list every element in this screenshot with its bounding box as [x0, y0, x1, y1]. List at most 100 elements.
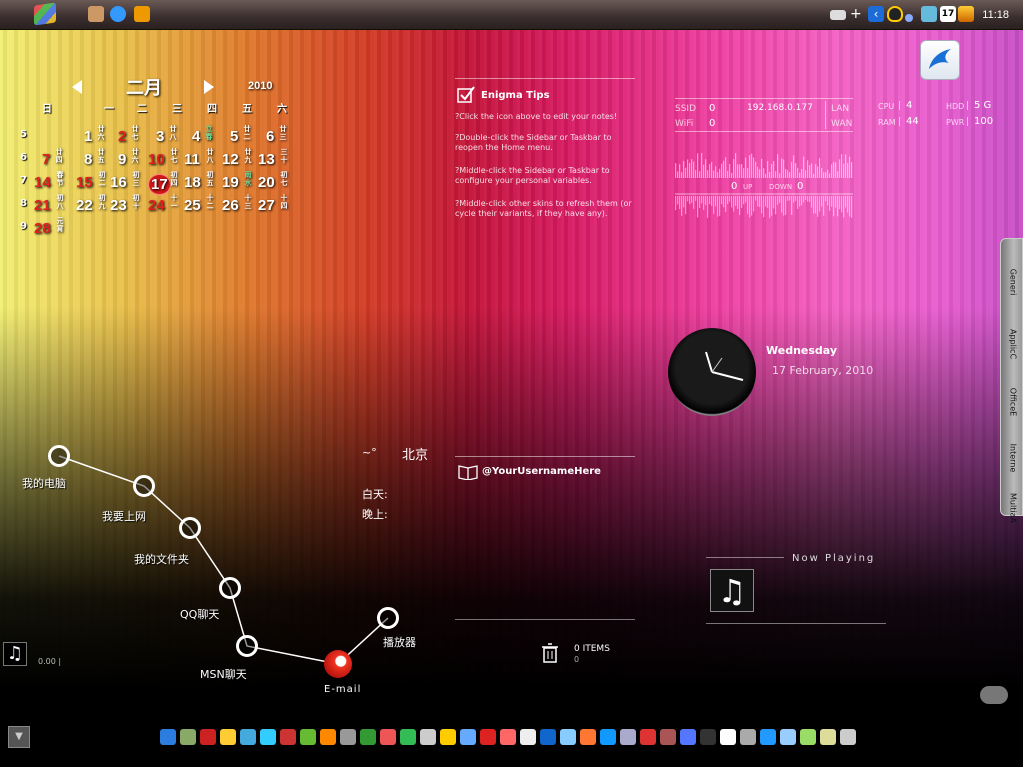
calendar-day[interactable]: 16 初三 [110, 172, 144, 194]
k-icon[interactable] [260, 729, 276, 745]
photo-icon[interactable] [420, 729, 436, 745]
recycle-icon[interactable] [160, 729, 176, 745]
calendar-day[interactable]: 12 廿九 [222, 149, 256, 171]
tray-clock[interactable]: 11:18 [982, 9, 1009, 21]
red-app-icon[interactable] [380, 729, 396, 745]
font-icon[interactable] [460, 729, 476, 745]
sidebar-tab-office[interactable]: OfficeE [1003, 371, 1022, 433]
drop-icon[interactable] [780, 729, 796, 745]
calendar-day[interactable]: 9 廿六 [118, 149, 152, 171]
calendar-day[interactable]: 15 初二 [76, 172, 110, 194]
prev-month-arrow-icon[interactable] [72, 80, 82, 94]
notepad-edit-icon[interactable] [457, 86, 475, 104]
calendar-day[interactable]: 25 十二 [184, 195, 218, 217]
shortcut-node-qq[interactable] [219, 577, 241, 599]
qq-penguin-icon[interactable] [887, 6, 903, 22]
calendar-day[interactable]: 2 廿七 [118, 126, 152, 148]
back-icon[interactable] [540, 729, 556, 745]
calendar-day[interactable]: 6 廿三 [266, 126, 300, 148]
orange-icon[interactable] [580, 729, 596, 745]
globe-icon[interactable] [240, 729, 256, 745]
media-play-icon[interactable] [480, 729, 496, 745]
shortcut-label[interactable]: 我的文件夹 [134, 551, 189, 567]
twitter-username[interactable]: @YourUsernameHere [482, 466, 601, 477]
red-ball-icon[interactable] [200, 729, 216, 745]
green-refresh-icon[interactable] [400, 729, 416, 745]
chrome-icon[interactable] [300, 729, 316, 745]
face-icon[interactable] [800, 729, 816, 745]
trash-icon[interactable] [541, 643, 559, 663]
qq-icon[interactable] [280, 729, 296, 745]
flower-icon[interactable] [560, 729, 576, 745]
calendar-17-icon[interactable]: 17 [940, 6, 956, 22]
plus-icon[interactable]: + [850, 6, 866, 22]
shortcut-label[interactable]: 我的电脑 [22, 475, 66, 491]
sidebar-tab-applications[interactable]: ApplicC [1003, 313, 1022, 375]
sidebar-tab-multimedia[interactable]: MultiaA [1003, 477, 1022, 539]
ie-icon[interactable] [760, 729, 776, 745]
back-arrow-icon[interactable]: ‹ [868, 6, 884, 22]
bottle-icon[interactable] [680, 729, 696, 745]
blue-app-icon[interactable] [600, 729, 616, 745]
calendar-day[interactable]: 23 初十 [110, 195, 144, 217]
tray-app-icon[interactable] [958, 6, 974, 22]
network-icon[interactable] [921, 6, 937, 22]
email-swirl-icon[interactable] [324, 650, 352, 678]
wifi-icon[interactable] [905, 14, 913, 22]
shortcut-label[interactable]: 播放器 [383, 634, 416, 650]
book-icon[interactable] [458, 464, 478, 480]
app-icon[interactable] [180, 729, 196, 745]
home-menu-button[interactable] [920, 40, 960, 80]
pen-icon[interactable] [820, 729, 836, 745]
calendar-day[interactable]: 4 立春 [192, 126, 226, 148]
calendar-day[interactable]: 13 三十 [258, 149, 292, 171]
shortcut-node-msn[interactable] [236, 635, 258, 657]
calendar-day[interactable]: 18 初五 [184, 172, 218, 194]
red-icon[interactable] [640, 729, 656, 745]
runner-icon[interactable] [520, 729, 536, 745]
dock-menu-button[interactable]: ▼ [8, 726, 30, 748]
calendar-day[interactable]: 26 十三 [222, 195, 256, 217]
calendar-day[interactable]: 7 廿四 [42, 149, 76, 171]
smiley-icon[interactable] [220, 729, 236, 745]
calendar-day[interactable]: 8 廿五 [84, 149, 118, 171]
next-month-arrow-icon[interactable] [204, 80, 214, 94]
panda-icon[interactable] [720, 729, 736, 745]
calendar-day[interactable]: 28 元宵 [34, 218, 68, 240]
calendar-day[interactable]: 5 廿二 [230, 126, 264, 148]
eye-icon[interactable] [340, 729, 356, 745]
shortcut-node-my-computer[interactable] [48, 445, 70, 467]
keyboard-icon[interactable] [830, 10, 846, 20]
shortcut-node-internet[interactable] [133, 475, 155, 497]
dark-app-icon[interactable] [700, 729, 716, 745]
shortcut-label[interactable]: E-mail [324, 684, 361, 695]
quick-launch-ie-icon[interactable] [110, 6, 126, 22]
leaf-icon[interactable] [360, 729, 376, 745]
spiral-icon[interactable] [500, 729, 516, 745]
sidebar-tab-general[interactable]: Generi [1003, 251, 1022, 313]
calendar-day[interactable]: 20 初七 [258, 172, 292, 194]
calendar-day[interactable]: 22 初九 [76, 195, 110, 217]
shortcut-label[interactable]: QQ聊天 [180, 606, 219, 622]
album-art[interactable]: ♫ [710, 569, 754, 612]
calendar-day[interactable]: 24 十一 [148, 195, 182, 217]
calendar-day[interactable]: 14 春节 [34, 172, 68, 194]
document-icon[interactable] [620, 729, 636, 745]
shortcut-node-player[interactable] [377, 607, 399, 629]
calendar-day-today[interactable]: 17 初四 [148, 172, 182, 195]
calendar-day[interactable]: 27 十四 [258, 195, 292, 217]
calendar-day[interactable]: 11 廿八 [184, 149, 218, 171]
calendar-day[interactable]: 21 初八 [34, 195, 68, 217]
car-icon[interactable] [840, 729, 856, 745]
calendar-day[interactable]: 1 廿六 [84, 126, 118, 148]
yellow-app-icon[interactable] [440, 729, 456, 745]
windows-start-icon[interactable] [34, 2, 56, 26]
calendar-day[interactable]: 3 廿八 [156, 126, 190, 148]
gem-icon[interactable] [660, 729, 676, 745]
calendar-day[interactable]: 10 廿七 [148, 149, 182, 171]
skull-icon[interactable] [740, 729, 756, 745]
quick-launch-folder-icon[interactable] [134, 6, 150, 22]
shortcut-label[interactable]: MSN聊天 [200, 666, 247, 682]
mail-icon[interactable] [320, 729, 336, 745]
calendar-day[interactable]: 19 雨水 [222, 172, 256, 194]
